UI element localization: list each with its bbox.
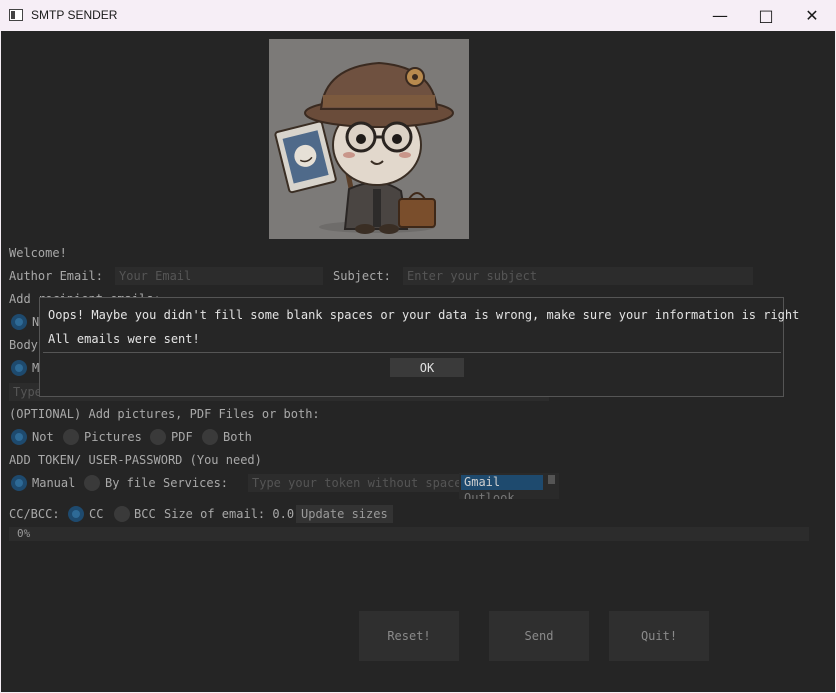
progress-bar: 0% <box>9 527 809 541</box>
body-radio[interactable] <box>11 360 27 376</box>
attach-radio-not[interactable] <box>11 429 27 445</box>
token-radio-manual[interactable] <box>11 475 27 491</box>
cc-option-label: CC <box>89 507 104 521</box>
reset-button[interactable]: Reset! <box>359 611 459 661</box>
recipients-radio[interactable] <box>11 314 27 330</box>
cc-bcc-label: CC/BCC: <box>9 507 60 521</box>
message-dialog: Oops! Maybe you didn't fill some blank s… <box>39 297 799 397</box>
cc-radio[interactable] <box>68 506 84 522</box>
attach-radio-pdf[interactable] <box>150 429 166 445</box>
dialog-separator <box>43 352 781 353</box>
dialog-message: Oops! Maybe you didn't fill some blank s… <box>48 308 800 322</box>
token-label-file: By file <box>105 476 156 490</box>
subject-input[interactable]: Enter your subject <box>403 267 753 285</box>
welcome-text: Welcome! <box>9 246 67 260</box>
attach-label-pictures: Pictures <box>84 430 142 444</box>
progress-text: 0% <box>17 527 31 540</box>
app-client: Welcome! Author Email: Your Email Subjec… <box>1 31 835 692</box>
service-outlook[interactable]: Outlook <box>461 491 543 499</box>
bcc-option-label: BCC <box>134 507 156 521</box>
dialog-message-sent: All emails were sent! <box>48 332 200 346</box>
quit-button[interactable]: Quit! <box>609 611 709 661</box>
email-size-text: Size of email: 0.0 <box>164 507 295 521</box>
mascot-image <box>269 39 469 239</box>
subject-label: Subject: <box>333 269 391 283</box>
attach-radio-both[interactable] <box>202 429 218 445</box>
author-email-input[interactable]: Your Email <box>115 267 323 285</box>
title-bar: SMTP SENDER — □ ✕ <box>0 0 836 31</box>
attachments-label: (OPTIONAL) Add pictures, PDF Files or bo… <box>9 407 320 421</box>
token-label: ADD TOKEN/ USER-PASSWORD (You need) <box>9 453 262 467</box>
token-radio-file[interactable] <box>84 475 100 491</box>
send-button[interactable]: Send <box>489 611 589 661</box>
maximize-icon[interactable]: □ <box>743 0 789 31</box>
attach-label-pdf: PDF <box>171 430 193 444</box>
token-input[interactable]: Type your token without spaces <box>248 474 460 492</box>
window-title: SMTP SENDER <box>31 8 118 22</box>
bcc-radio[interactable] <box>114 506 130 522</box>
update-sizes-button[interactable]: Update sizes <box>296 505 393 523</box>
service-gmail[interactable]: Gmail <box>461 475 543 490</box>
listbox-scrollbar[interactable] <box>548 475 555 484</box>
attach-radio-pictures[interactable] <box>63 429 79 445</box>
body-label: Body <box>9 338 38 352</box>
minimize-icon[interactable]: — <box>697 0 743 31</box>
attach-label-not: Not <box>32 430 54 444</box>
services-label: Services: <box>163 476 229 490</box>
ok-button[interactable]: OK <box>390 358 464 377</box>
close-icon[interactable]: ✕ <box>789 0 835 31</box>
attach-label-both: Both <box>223 430 252 444</box>
token-label-manual: Manual <box>32 476 76 490</box>
app-icon <box>9 9 23 21</box>
author-email-label: Author Email: <box>9 269 103 283</box>
services-listbox[interactable]: Gmail Outlook <box>459 473 559 499</box>
